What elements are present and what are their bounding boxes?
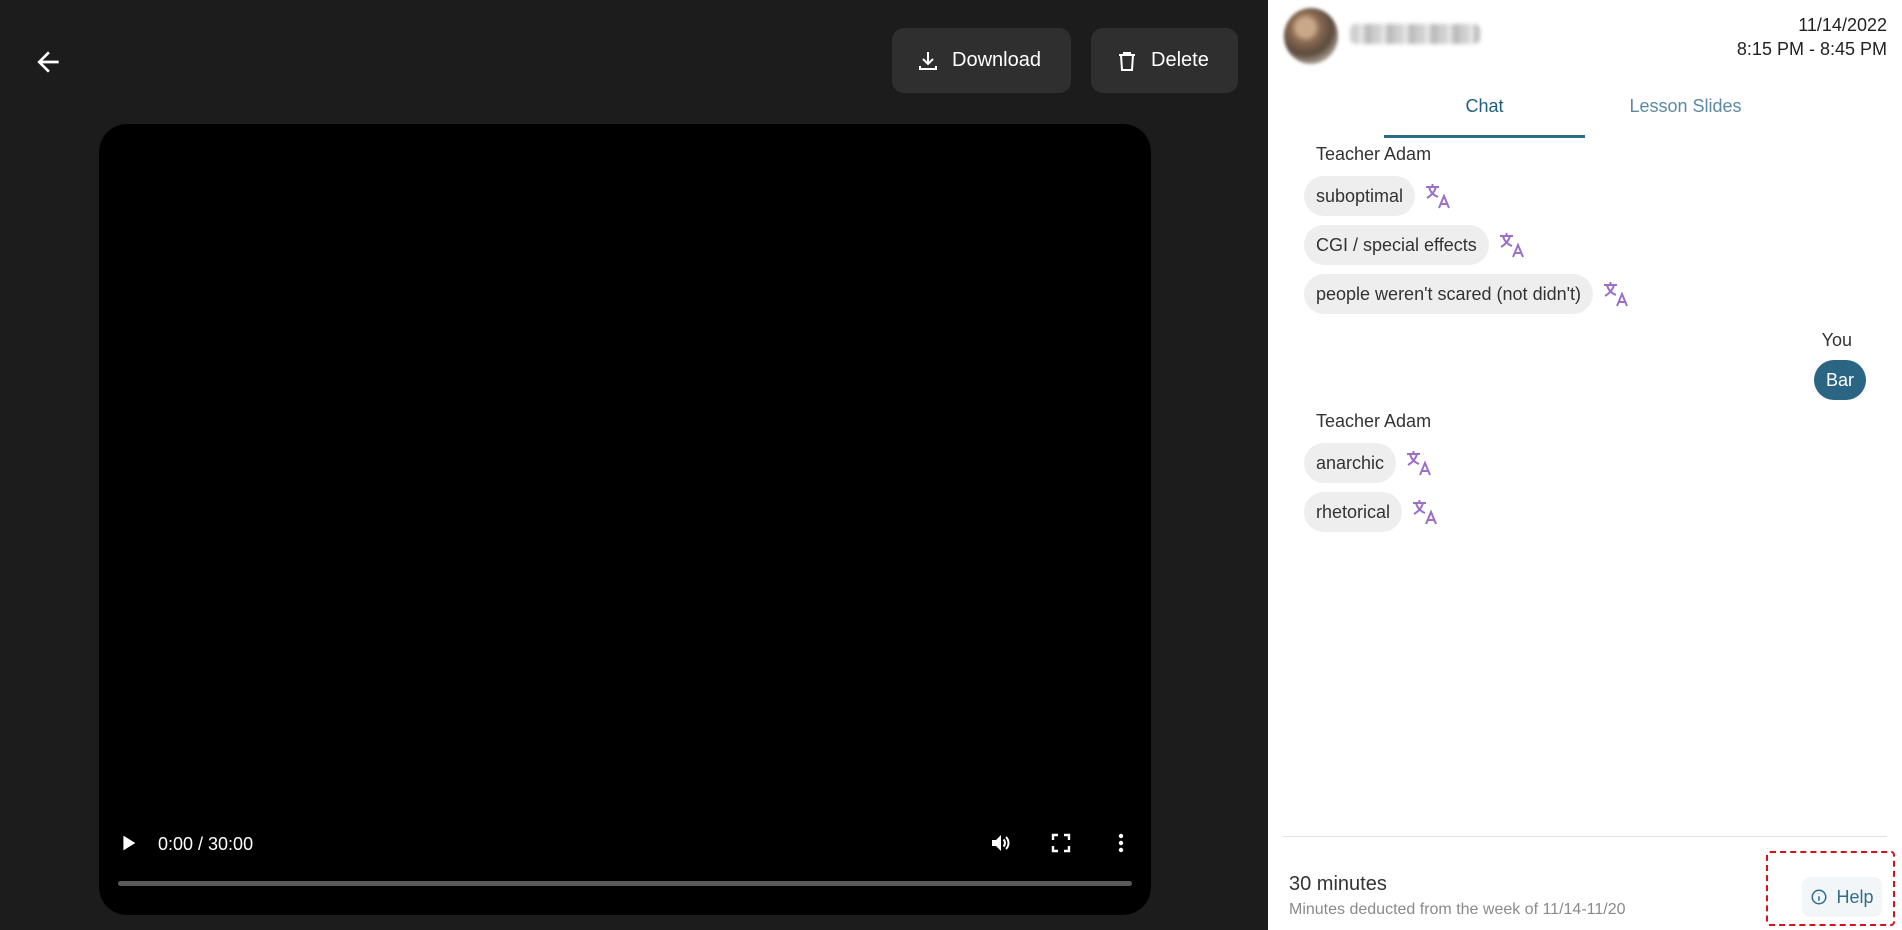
panel-tabs: Chat Lesson Slides <box>1384 92 1786 138</box>
video-player[interactable]: 0:00 / 30:00 <box>99 124 1151 915</box>
chat-message: anarchic <box>1304 443 1434 483</box>
video-pane: Download Delete 0:00 / 30:00 <box>0 0 1268 930</box>
help-button[interactable]: Help <box>1802 877 1882 917</box>
teacher-name-blurred <box>1350 24 1480 44</box>
trash-icon <box>1119 51 1135 71</box>
translate-icon[interactable] <box>1601 279 1631 309</box>
message-bubble: anarchic <box>1304 443 1397 483</box>
lesson-date: 11/14/2022 <box>1798 15 1887 35</box>
volume-icon[interactable] <box>989 831 1013 855</box>
video-progress-bar[interactable] <box>118 881 1132 886</box>
message-bubble: rhetorical <box>1304 492 1403 532</box>
lesson-datetime: 11/14/2022 8:15 PM - 8:45 PM <box>1737 13 1887 61</box>
translate-icon[interactable] <box>1410 497 1440 527</box>
translate-icon[interactable] <box>1423 181 1453 211</box>
info-icon <box>1811 889 1827 905</box>
tab-lesson-slides[interactable]: Lesson Slides <box>1585 92 1786 138</box>
play-icon[interactable] <box>117 832 139 854</box>
my-message-sender: You <box>1821 330 1852 350</box>
translate-icon[interactable] <box>1497 230 1527 260</box>
translate-icon[interactable] <box>1404 448 1434 478</box>
download-icon <box>919 51 937 70</box>
minutes-used: 30 minutes <box>1289 873 1387 895</box>
back-button[interactable] <box>28 42 68 82</box>
chat-message: CGI / special effects <box>1304 225 1527 265</box>
download-label: Download <box>952 49 1041 71</box>
tab-chat[interactable]: Chat <box>1384 92 1585 138</box>
message-sender: Teacher Adam <box>1316 144 1432 164</box>
video-controls: 0:00 / 30:00 <box>99 805 1151 915</box>
teacher-avatar <box>1284 8 1338 64</box>
more-vertical-icon[interactable] <box>1109 831 1133 855</box>
chat-message: rhetorical <box>1304 492 1440 532</box>
lesson-time-range: 8:15 PM - 8:45 PM <box>1736 39 1887 59</box>
my-message-bubble: Bar <box>1813 360 1866 400</box>
chat-message: suboptimal <box>1304 176 1453 216</box>
video-time: 0:00 / 30:00 <box>158 834 254 854</box>
message-bubble: suboptimal <box>1304 176 1416 216</box>
arrow-left-icon <box>37 51 59 73</box>
message-bubble: people weren't scared (not didn't) <box>1304 274 1594 314</box>
help-label: Help <box>1836 886 1874 907</box>
message-bubble: CGI / special effects <box>1304 225 1489 265</box>
delete-label: Delete <box>1151 49 1209 71</box>
footer-divider <box>1283 836 1887 837</box>
chat-message: people weren't scared (not didn't) <box>1304 274 1631 314</box>
fullscreen-icon[interactable] <box>1049 831 1073 855</box>
download-button[interactable]: Download <box>892 28 1071 93</box>
message-sender: Teacher Adam <box>1316 411 1432 431</box>
delete-button[interactable]: Delete <box>1091 28 1238 93</box>
lesson-panel: 11/14/2022 8:15 PM - 8:45 PM Chat Lesson… <box>1268 0 1902 930</box>
minutes-note: Minutes deducted from the week of 11/14-… <box>1289 901 1626 918</box>
